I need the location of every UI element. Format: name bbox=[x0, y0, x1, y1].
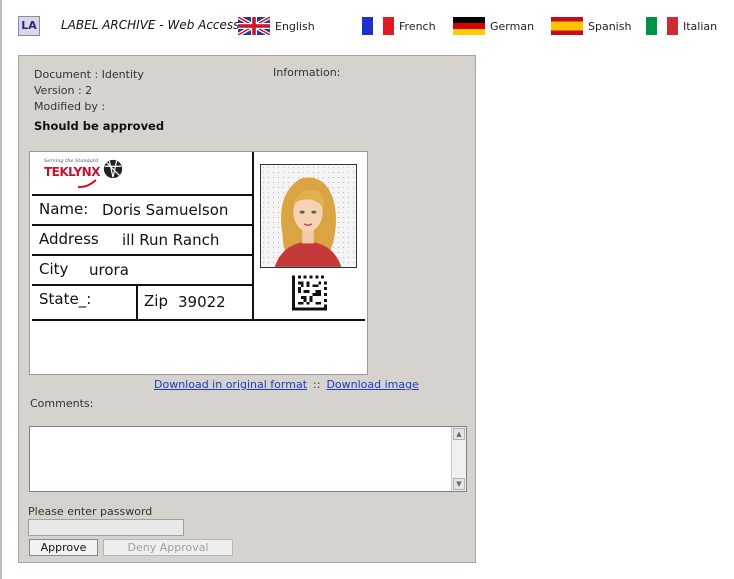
name-label: Name: bbox=[39, 200, 89, 218]
download-original-link[interactable]: Download in original format bbox=[154, 378, 307, 391]
label-row-line-4 bbox=[32, 284, 253, 286]
label-row-line-2 bbox=[32, 224, 253, 226]
password-label: Please enter password bbox=[28, 505, 153, 518]
city-value: urora bbox=[89, 261, 129, 279]
state-label: State_: bbox=[39, 290, 92, 308]
document-name: Document : Identity bbox=[34, 68, 144, 81]
approval-panel: Document : Identity Version : 2 Modified… bbox=[18, 55, 476, 563]
label-preview: Serving the Standard TEKLYNX Name: Doris… bbox=[29, 151, 368, 375]
language-english[interactable]: English bbox=[238, 17, 315, 35]
label-state-zip-divider bbox=[136, 285, 138, 320]
italy-flag-icon bbox=[646, 17, 678, 35]
teklynx-logo: Serving the Standard TEKLYNX bbox=[44, 158, 144, 190]
zip-label: Zip bbox=[144, 292, 168, 310]
address-value: ill Run Ranch bbox=[122, 231, 220, 249]
app-logo: LA bbox=[18, 16, 40, 36]
window-left-border bbox=[0, 0, 2, 579]
download-image-link[interactable]: Download image bbox=[326, 378, 418, 391]
scroll-up-arrow-icon[interactable]: ▲ bbox=[453, 428, 465, 440]
information-label: Information: bbox=[273, 66, 341, 79]
globe-icon bbox=[103, 159, 123, 179]
deny-approval-button[interactable]: Deny Approval bbox=[103, 539, 233, 556]
modified-by: Modified by : bbox=[34, 100, 106, 113]
swoosh-icon bbox=[77, 179, 97, 189]
logo-tagline: Serving the Standard bbox=[44, 158, 99, 164]
france-flag-icon bbox=[362, 17, 394, 35]
link-separator: :: bbox=[313, 378, 321, 391]
document-version: Version : 2 bbox=[34, 84, 93, 97]
language-spanish-label: Spanish bbox=[588, 19, 632, 33]
comments-textarea[interactable]: ▲ ▼ bbox=[29, 426, 467, 492]
scroll-down-arrow-icon[interactable]: ▼ bbox=[453, 478, 465, 490]
language-spanish[interactable]: Spanish bbox=[551, 17, 631, 35]
download-links: Download in original format:: Download im… bbox=[154, 378, 419, 391]
name-value: Doris Samuelson bbox=[102, 201, 229, 219]
language-french-label: French bbox=[399, 19, 436, 33]
header-bar: LA LABEL ARCHIVE - Web Access English Fr… bbox=[0, 0, 734, 50]
label-row-line-3 bbox=[32, 254, 253, 256]
address-label: Address bbox=[39, 230, 99, 248]
app-title: LABEL ARCHIVE - Web Access bbox=[61, 18, 240, 32]
zip-value: 39022 bbox=[178, 293, 226, 311]
label-row-line-5 bbox=[32, 319, 365, 321]
spain-flag-icon bbox=[551, 17, 583, 35]
approve-button[interactable]: Approve bbox=[29, 539, 98, 556]
germany-flag-icon bbox=[453, 17, 485, 35]
comments-scrollbar[interactable]: ▲ ▼ bbox=[451, 427, 466, 491]
uk-flag-icon bbox=[238, 17, 270, 35]
logo-wordmark: TEKLYNX bbox=[44, 165, 100, 179]
approval-status: Should be approved bbox=[34, 119, 165, 133]
language-italian[interactable]: Italian bbox=[646, 17, 717, 35]
language-german-label: German bbox=[490, 19, 535, 33]
language-french[interactable]: French bbox=[362, 17, 436, 35]
label-divider-vertical bbox=[252, 152, 254, 320]
language-german[interactable]: German bbox=[453, 17, 534, 35]
language-english-label: English bbox=[275, 19, 315, 33]
portrait-photo bbox=[260, 164, 357, 268]
language-italian-label: Italian bbox=[683, 19, 718, 33]
woman-portrait-icon bbox=[274, 177, 342, 267]
password-field[interactable] bbox=[28, 519, 184, 536]
datamatrix-barcode-icon bbox=[292, 275, 327, 311]
comments-label: Comments: bbox=[30, 397, 94, 410]
label-row-line-1 bbox=[32, 194, 253, 196]
city-label: City bbox=[39, 260, 69, 278]
